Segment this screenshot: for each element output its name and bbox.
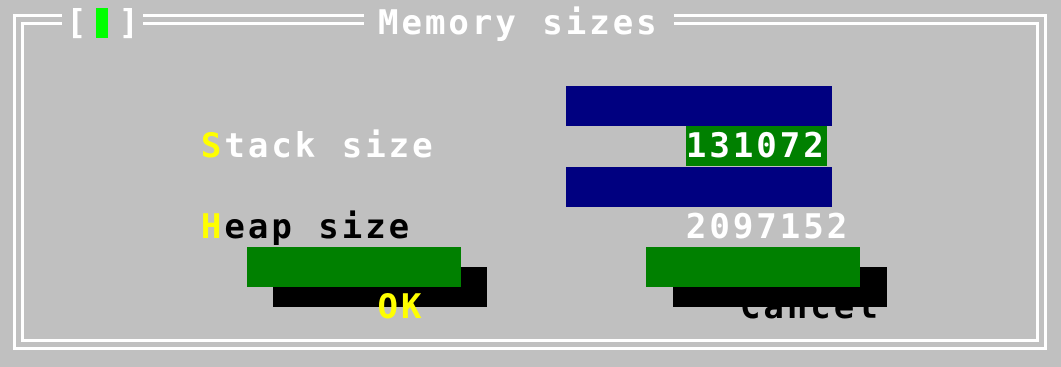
stack-size-label-text: tack size (224, 126, 436, 166)
close-button[interactable]: [ ] (62, 4, 143, 42)
cancel-button[interactable]: Cancel (646, 247, 878, 327)
close-bracket-right: ] (118, 3, 139, 43)
heap-size-label-text: eap size (224, 207, 413, 247)
stack-size-input[interactable]: 131072 (566, 86, 832, 166)
close-icon (96, 8, 109, 38)
close-bracket-left: [ (66, 3, 87, 43)
stack-size-value: 131072 (685, 126, 827, 166)
ok-button-label: OK (377, 287, 425, 327)
stack-size-hotkey: S (200, 126, 225, 166)
cancel-button-label: Cancel (739, 287, 881, 327)
heap-size-hotkey: H (200, 207, 225, 247)
dialog-title: Memory sizes (364, 4, 674, 42)
heap-size-value: 2097152 (685, 207, 851, 247)
heap-size-input[interactable]: 2097152 (566, 167, 847, 247)
ok-button[interactable]: OK (247, 247, 461, 327)
memory-sizes-dialog: [ ] Memory sizes Stack size 131072 Heap … (0, 0, 1061, 362)
